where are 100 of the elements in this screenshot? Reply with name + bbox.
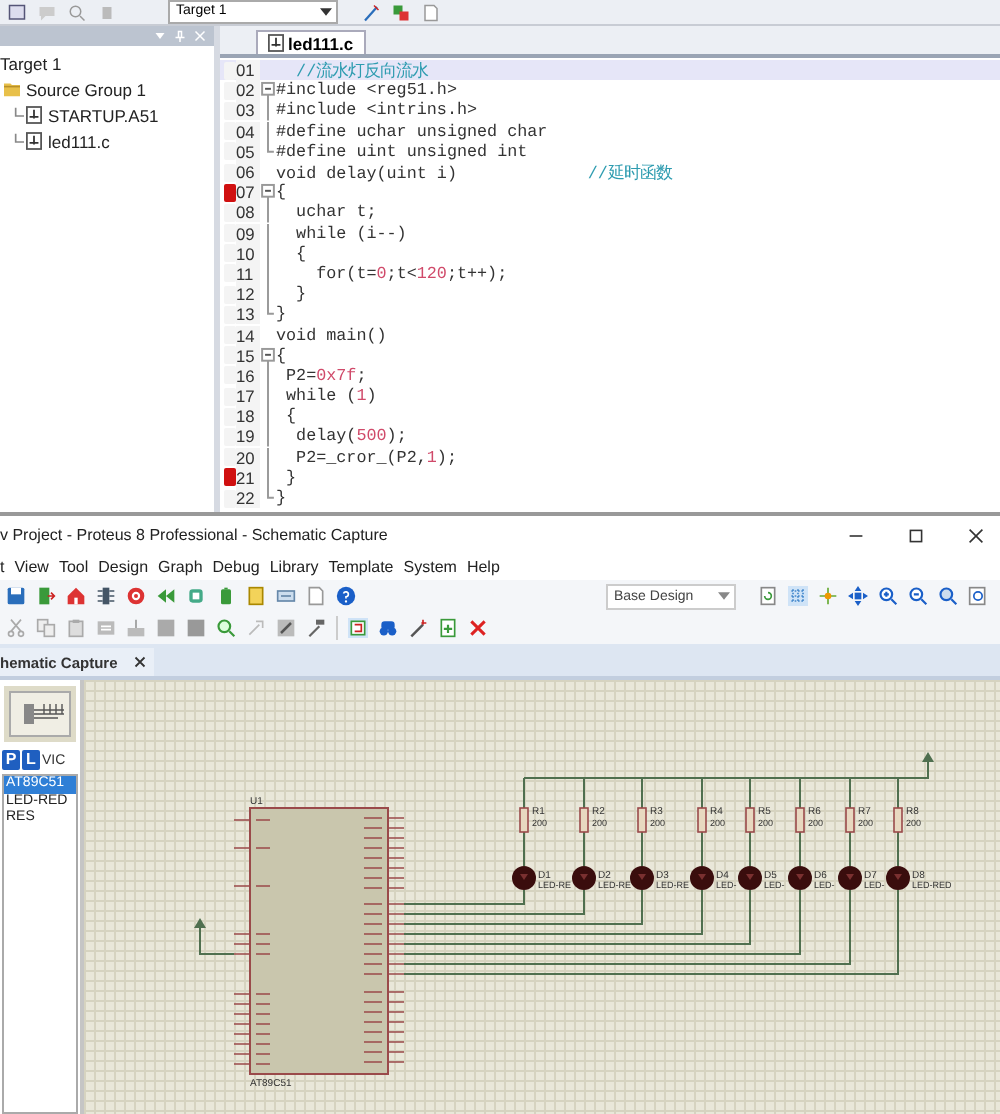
line-number: 05 — [236, 141, 260, 162]
wand-icon[interactable] — [408, 618, 428, 638]
move-icon[interactable] — [848, 586, 868, 606]
gutter-cell[interactable] — [224, 81, 236, 100]
code-line: #include <intrins.h> — [276, 100, 478, 121]
picker-button[interactable]: P — [2, 750, 20, 770]
menu-item[interactable]: System — [403, 558, 457, 576]
close-icon[interactable] — [133, 656, 146, 668]
close-icon[interactable] — [968, 527, 984, 543]
door-icon[interactable] — [36, 586, 56, 606]
line-number: 04 — [236, 121, 260, 142]
scissors-icon[interactable] — [6, 618, 26, 638]
gutter-cell[interactable] — [224, 203, 236, 222]
window-icon[interactable] — [8, 3, 26, 21]
gutter-cell[interactable] — [224, 163, 236, 182]
breakpoint-marker[interactable] — [224, 468, 236, 487]
code-line: while (i--) — [294, 223, 407, 244]
line-number: 11 — [236, 263, 260, 284]
zoom-area-icon[interactable] — [968, 586, 988, 606]
menu-item[interactable]: Library — [269, 558, 319, 576]
caret-icon — [718, 592, 730, 600]
zoom-in-icon[interactable] — [878, 586, 898, 606]
block-copy-icon[interactable] — [96, 618, 116, 638]
grid-icon[interactable] — [788, 586, 808, 606]
menu-item[interactable]: Design — [98, 558, 149, 576]
rewind-icon[interactable] — [156, 586, 176, 606]
clipboard-icon[interactable] — [66, 618, 86, 638]
house-icon[interactable] — [66, 586, 86, 606]
line-number: 15 — [236, 345, 260, 366]
menu-item[interactable]: Debug — [212, 558, 260, 576]
add-sheet-icon[interactable] — [438, 618, 458, 638]
collapse-icon[interactable] — [260, 80, 276, 101]
menu-item[interactable]: Graph — [158, 558, 203, 576]
line-number: 06 — [236, 162, 260, 183]
magic-wand-icon[interactable] — [362, 3, 380, 21]
menu-item[interactable]: View — [14, 558, 49, 576]
line-number: 08 — [236, 202, 260, 223]
tree-item[interactable]: STARTUP.A51 — [48, 105, 159, 125]
gutter-cell[interactable] — [224, 448, 236, 467]
code-line: #define uint unsigned int — [276, 141, 528, 162]
menu-item[interactable]: Tool — [58, 558, 89, 576]
breakpoint-marker[interactable] — [224, 183, 236, 202]
code-line: } — [285, 467, 297, 488]
gutter-cell[interactable] — [224, 489, 236, 508]
led-symbol — [630, 866, 654, 890]
page-icon[interactable] — [306, 586, 326, 606]
led-symbol — [572, 866, 596, 890]
resistor-symbol — [845, 799, 855, 867]
menu-item[interactable]: Template — [328, 558, 394, 576]
document-icon[interactable] — [246, 586, 266, 606]
line-number: 12 — [236, 284, 260, 305]
crosshair-icon[interactable] — [818, 586, 838, 606]
menu-item[interactable]: Help — [466, 558, 500, 576]
tab-label: led111.c — [288, 33, 354, 53]
help-icon[interactable] — [336, 586, 356, 606]
zoom-out-icon[interactable] — [908, 586, 928, 606]
component-icon[interactable] — [96, 586, 116, 606]
resistor-symbol — [745, 799, 755, 867]
search-icon[interactable] — [68, 3, 86, 21]
menu-item[interactable]: t — [0, 558, 5, 576]
resistor-symbol — [519, 799, 529, 867]
hammer-icon[interactable] — [306, 618, 326, 638]
copy-icon[interactable] — [36, 618, 56, 638]
led-symbol — [886, 866, 910, 890]
line-number: 13 — [236, 304, 260, 325]
collapse-icon[interactable] — [260, 345, 276, 366]
line-number: 22 — [236, 488, 260, 509]
dropdown-icon[interactable] — [154, 30, 166, 42]
code-line: while (1) — [284, 386, 377, 407]
led-symbol — [838, 866, 862, 890]
magnifier-icon[interactable] — [216, 618, 236, 638]
file-icon — [268, 34, 284, 52]
block-move-icon[interactable] — [126, 618, 146, 638]
line-number: 01 — [236, 60, 260, 81]
window-title: v Project - Proteus 8 Professional - Schematic Capture — [0, 526, 390, 544]
stack-icon[interactable] — [392, 3, 410, 21]
maximize-icon[interactable] — [908, 527, 924, 543]
file-tab[interactable]: led111.c — [256, 30, 366, 54]
battery-icon[interactable] — [216, 586, 236, 606]
tree-item[interactable]: Source Group 1 — [26, 79, 147, 99]
code-line: #include <reg51.h> — [276, 80, 457, 101]
code-line: } — [276, 304, 287, 325]
delete-icon[interactable] — [468, 618, 488, 638]
resistor-symbol — [893, 799, 903, 867]
binoculars-icon[interactable] — [378, 618, 398, 638]
floppy-icon[interactable] — [6, 586, 26, 606]
zoom-fit-icon[interactable] — [938, 586, 958, 606]
line-number: 03 — [236, 100, 260, 121]
led-symbol — [690, 866, 714, 890]
page-icon[interactable] — [422, 3, 440, 21]
picker-button[interactable]: L — [22, 750, 40, 770]
pencil-icon[interactable] — [276, 618, 296, 638]
tree-item[interactable]: Target 1 — [0, 53, 62, 73]
gutter-cell[interactable] — [224, 61, 236, 80]
target-icon[interactable] — [126, 586, 146, 606]
collapse-icon[interactable] — [260, 182, 276, 203]
pin-icon[interactable] — [174, 30, 186, 42]
code-line: P2=0x7f; — [284, 365, 367, 386]
tree-item[interactable]: led111.c — [48, 131, 110, 151]
refresh-icon[interactable] — [758, 586, 778, 606]
